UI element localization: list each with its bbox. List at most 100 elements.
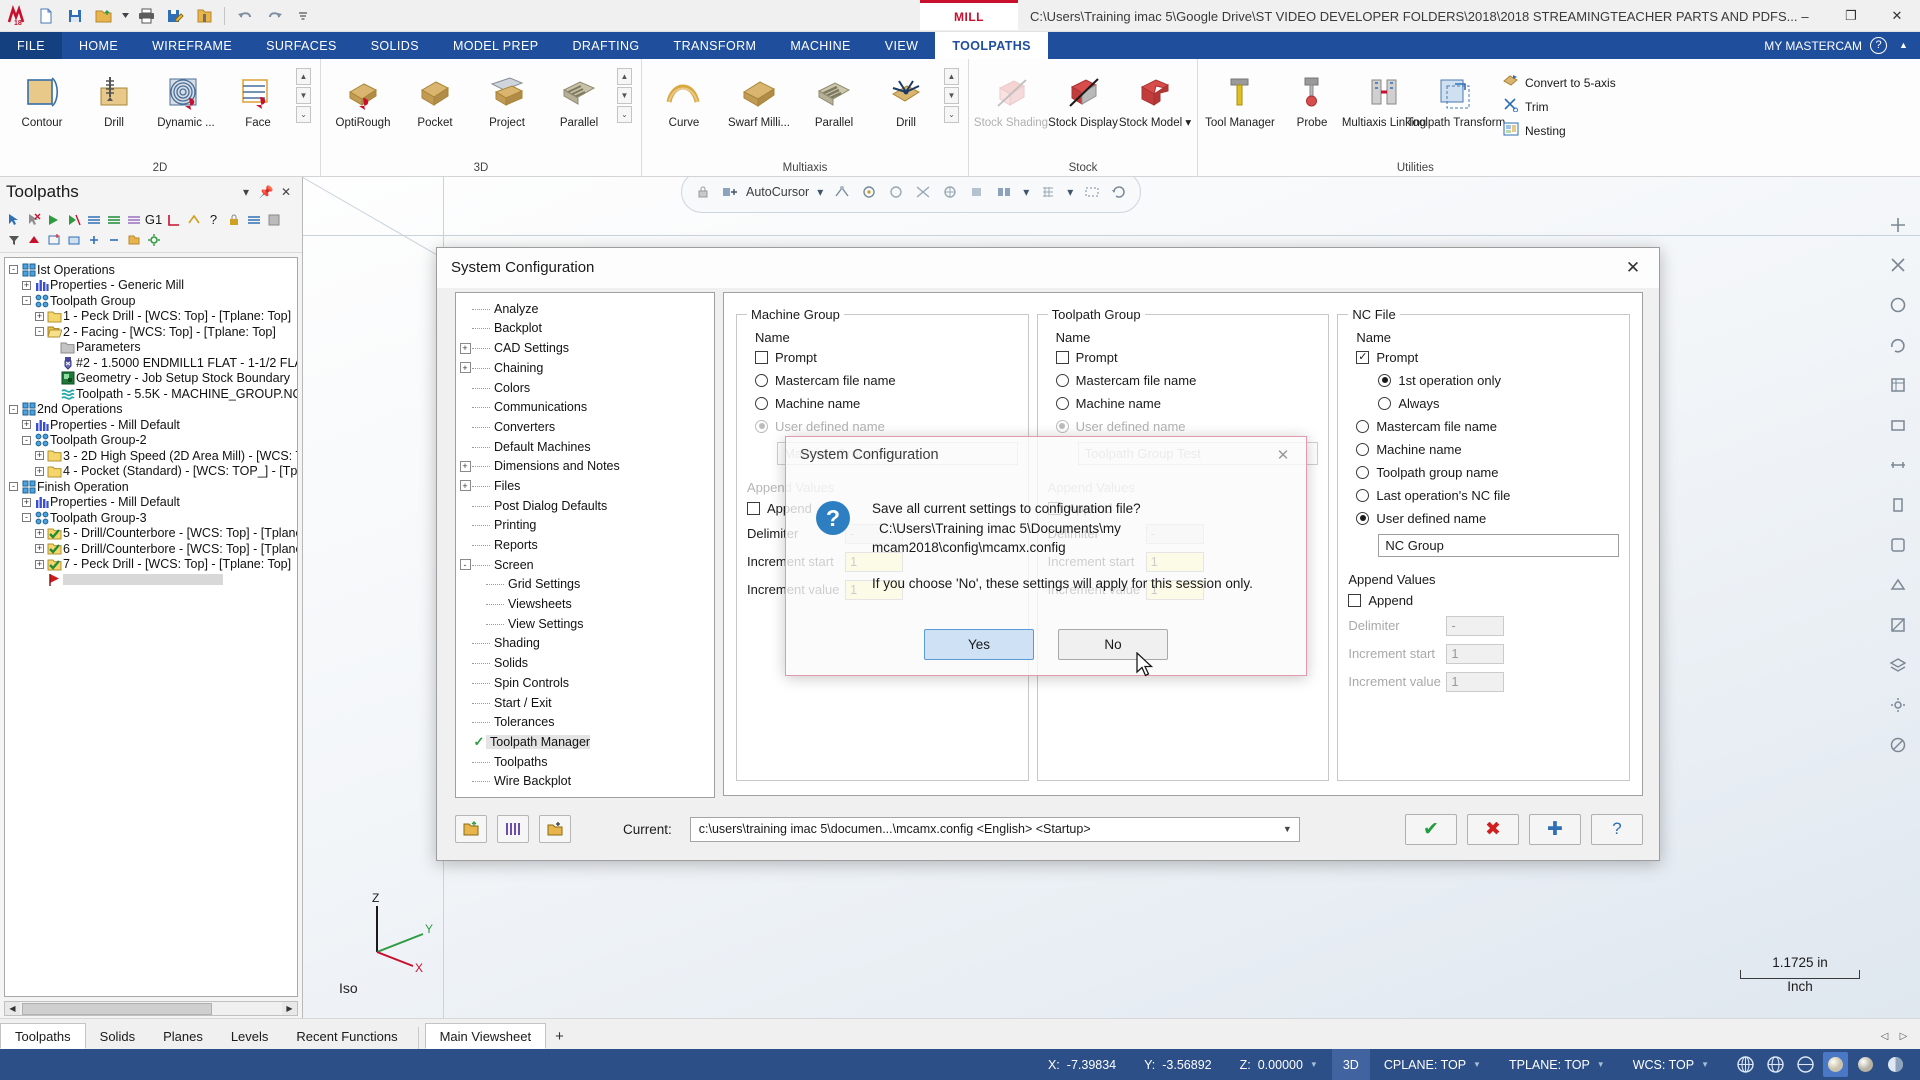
- tree-expander[interactable]: +: [33, 311, 46, 321]
- tab-solids[interactable]: SOLIDS: [354, 32, 436, 59]
- chevron-down-icon[interactable]: ▼: [1701, 1060, 1709, 1069]
- tab-model-prep[interactable]: MODEL PREP: [436, 32, 556, 59]
- status-wcs[interactable]: WCS: TOP ▼: [1619, 1058, 1723, 1072]
- ribbon-button-stock-display[interactable]: Stock Display: [1047, 66, 1119, 134]
- scroll-left-icon[interactable]: ◀: [5, 1002, 20, 1015]
- view-right-icon[interactable]: [1885, 491, 1912, 518]
- collapse-icon[interactable]: -: [35, 327, 44, 337]
- ribbon-button-parallel-3d[interactable]: Parallel: [543, 66, 615, 134]
- select-mode-icon[interactable]: [1081, 181, 1103, 203]
- machine-group-machine-name-option[interactable]: Machine name: [755, 396, 1018, 411]
- toggle-posting-icon[interactable]: [244, 210, 263, 229]
- new-file-icon[interactable]: [33, 3, 59, 29]
- tab-home[interactable]: HOME: [62, 32, 135, 59]
- radio-icon[interactable]: [1378, 373, 1392, 387]
- collapse-ribbon-icon[interactable]: ▲: [1895, 37, 1912, 54]
- toolpath-tree-item[interactable]: - 2 - Facing - [WCS: Top] - [Tplane: Top]: [7, 324, 295, 340]
- config-tree-item[interactable]: Spin Controls: [458, 673, 712, 693]
- tree-expander[interactable]: +: [20, 497, 33, 507]
- new-group-icon[interactable]: [44, 230, 63, 249]
- snap-endpoint-icon[interactable]: [831, 181, 853, 203]
- ribbon-button-drill-multiaxis[interactable]: Drill: [870, 66, 942, 134]
- radio-icon[interactable]: [1055, 419, 1069, 433]
- verify-icon[interactable]: [104, 210, 123, 229]
- tab-transform[interactable]: TRANSFORM: [657, 32, 774, 59]
- tree-expander[interactable]: +: [33, 466, 46, 476]
- collapse-icon[interactable]: -: [22, 435, 31, 445]
- backplot-icon[interactable]: [84, 210, 103, 229]
- scroll-down-icon[interactable]: ▼: [296, 87, 311, 104]
- tab-toolpaths[interactable]: TOOLPATHS: [935, 32, 1048, 59]
- add-viewsheet-button[interactable]: +: [546, 1023, 573, 1049]
- bottom-tab-recent-functions[interactable]: Recent Functions: [282, 1023, 411, 1049]
- scroll-up-icon[interactable]: ▲: [944, 68, 959, 85]
- tree-expander[interactable]: -: [7, 265, 20, 275]
- nc-file-toolpath-group-name-option[interactable]: Toolpath group name: [1356, 465, 1619, 480]
- checkbox-icon[interactable]: [1348, 593, 1362, 607]
- expand-icon[interactable]: +: [22, 420, 31, 430]
- rotate-mode-icon[interactable]: [1108, 181, 1130, 203]
- machine-group-user-defined-option[interactable]: User defined name: [755, 419, 1018, 434]
- config-tree-item[interactable]: View Settings: [458, 614, 712, 634]
- tree-expander[interactable]: +: [20, 280, 33, 290]
- simulate-icon[interactable]: [124, 210, 143, 229]
- ribbon-button-optirough[interactable]: OptiRough: [327, 66, 399, 134]
- radio-icon[interactable]: [755, 373, 768, 387]
- chevron-down-icon[interactable]: ▼: [1280, 824, 1295, 834]
- lock-icon[interactable]: [224, 210, 243, 229]
- toolpath-tree-item[interactable]: +6 - Drill/Counterbore - [WCS: Top] - [T…: [7, 541, 297, 557]
- ribbon-button-contour[interactable]: Contour: [6, 66, 78, 134]
- radio-icon[interactable]: [1055, 373, 1069, 387]
- view-iso-icon[interactable]: [1885, 371, 1912, 398]
- regen-dirty-icon[interactable]: [64, 210, 83, 229]
- pan-icon[interactable]: [1885, 291, 1912, 318]
- config-tree-item[interactable]: Post Dialog Defaults: [458, 496, 712, 516]
- collapse-icon[interactable]: -: [22, 513, 31, 523]
- section-view-icon[interactable]: [1885, 611, 1912, 638]
- toolpath-tree-item[interactable]: - Toolpath Group-3: [7, 510, 295, 526]
- group-3d-scroller[interactable]: ▲ ▼ ⌄: [617, 68, 632, 123]
- expand-icon[interactable]: +: [459, 480, 471, 492]
- collapse-icon[interactable]: -: [459, 559, 471, 571]
- my-mastercam-label[interactable]: MY MASTERCAM: [1764, 39, 1862, 53]
- toolpath-tree-item[interactable]: [7, 572, 295, 588]
- toolpath-group-prompt-option[interactable]: Prompt: [1055, 350, 1319, 365]
- expand-icon[interactable]: +: [35, 466, 44, 476]
- hide-view-icon[interactable]: [1885, 731, 1912, 758]
- config-tree-item[interactable]: Grid Settings: [458, 575, 712, 595]
- expand-icon[interactable]: +: [459, 460, 471, 472]
- scroll-right-icon[interactable]: ▶: [282, 1002, 297, 1015]
- grid-snap-icon[interactable]: [1037, 181, 1059, 203]
- ribbon-button-convert-5axis[interactable]: Convert to 5-axis: [1498, 72, 1621, 93]
- status-tplane[interactable]: TPLANE: TOP ▼: [1495, 1058, 1619, 1072]
- no-button[interactable]: No: [1058, 628, 1168, 660]
- ok-button[interactable]: ✔: [1405, 813, 1457, 845]
- ribbon-button-face[interactable]: Face: [222, 66, 294, 134]
- autocursor-dropdown-icon[interactable]: ▾: [814, 181, 826, 203]
- mill-context-tab[interactable]: MILL: [920, 0, 1018, 30]
- grid-dropdown-icon[interactable]: ▾: [1064, 181, 1076, 203]
- collapse-icon[interactable]: -: [9, 404, 18, 414]
- toolpath-tree-item[interactable]: Geometry - Job Setup Stock Boundary: [7, 371, 295, 387]
- toolpaths-horizontal-scrollbar[interactable]: ◀ ▶: [4, 1001, 298, 1016]
- expand-icon[interactable]: +: [22, 280, 31, 290]
- highfeed-icon[interactable]: [184, 210, 203, 229]
- config-tree-item[interactable]: + Dimensions and Notes: [458, 456, 712, 476]
- chevron-down-icon[interactable]: ▼: [1473, 1060, 1481, 1069]
- tree-expander[interactable]: +: [458, 362, 472, 374]
- save-as-icon[interactable]: [162, 3, 188, 29]
- radio-icon[interactable]: [1356, 488, 1370, 502]
- radio-icon[interactable]: [1356, 442, 1370, 456]
- open-dropdown-icon[interactable]: [120, 3, 130, 29]
- group-multiaxis-scroller[interactable]: ▲ ▼ ⌄: [944, 68, 959, 123]
- tree-expander[interactable]: +: [458, 480, 472, 492]
- config-tree-item[interactable]: Converters: [458, 417, 712, 437]
- toolpath-tree-item[interactable]: + Properties - Generic Mill: [7, 278, 295, 294]
- tab-surfaces[interactable]: SURFACES: [249, 32, 354, 59]
- nc-file-append-option[interactable]: Append: [1348, 593, 1619, 608]
- config-tree-item[interactable]: Wire Backplot: [458, 771, 712, 791]
- config-tree-item[interactable]: Viewsheets: [458, 594, 712, 614]
- collapse-all-icon[interactable]: [104, 230, 123, 249]
- save-config-icon[interactable]: [497, 815, 529, 844]
- open-folder-icon[interactable]: [91, 3, 117, 29]
